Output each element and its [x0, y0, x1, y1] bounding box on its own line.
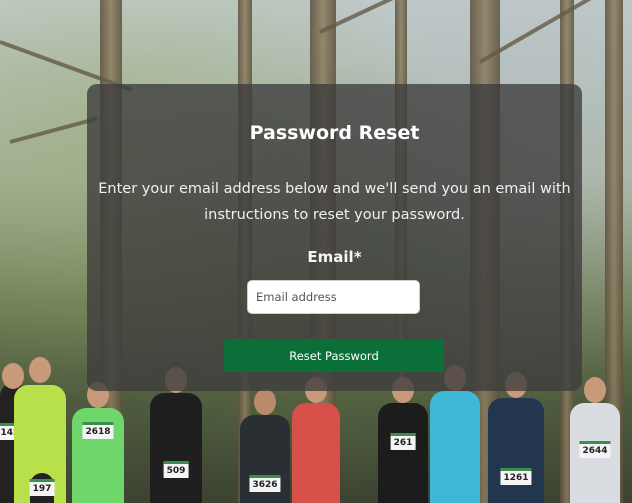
- runner: [292, 377, 340, 503]
- email-label: Email*: [307, 248, 362, 266]
- race-bib: 2644: [579, 441, 611, 458]
- runner: 261: [378, 377, 428, 503]
- page-title: Password Reset: [249, 122, 420, 144]
- runner: 3626: [240, 389, 290, 503]
- race-bib: 261: [390, 433, 416, 450]
- runner: 509: [150, 367, 202, 503]
- email-field[interactable]: [247, 280, 420, 314]
- instructions-text: Enter your email address below and we'll…: [98, 181, 571, 223]
- runner: 2618: [72, 382, 124, 503]
- runner: 2644: [570, 377, 620, 503]
- race-bib: 1261: [500, 468, 532, 485]
- runner: 197: [29, 473, 55, 503]
- reset-password-button[interactable]: Reset Password: [224, 339, 444, 372]
- race-bib: 3626: [249, 475, 281, 492]
- runner: [430, 365, 480, 503]
- tree-branch: [9, 116, 98, 144]
- runner: 1261: [488, 372, 544, 503]
- race-bib: 509: [163, 461, 189, 478]
- race-bib: 2618: [82, 422, 114, 439]
- race-bib: 197: [29, 479, 55, 496]
- password-reset-card: Password Reset Enter your email address …: [87, 84, 582, 391]
